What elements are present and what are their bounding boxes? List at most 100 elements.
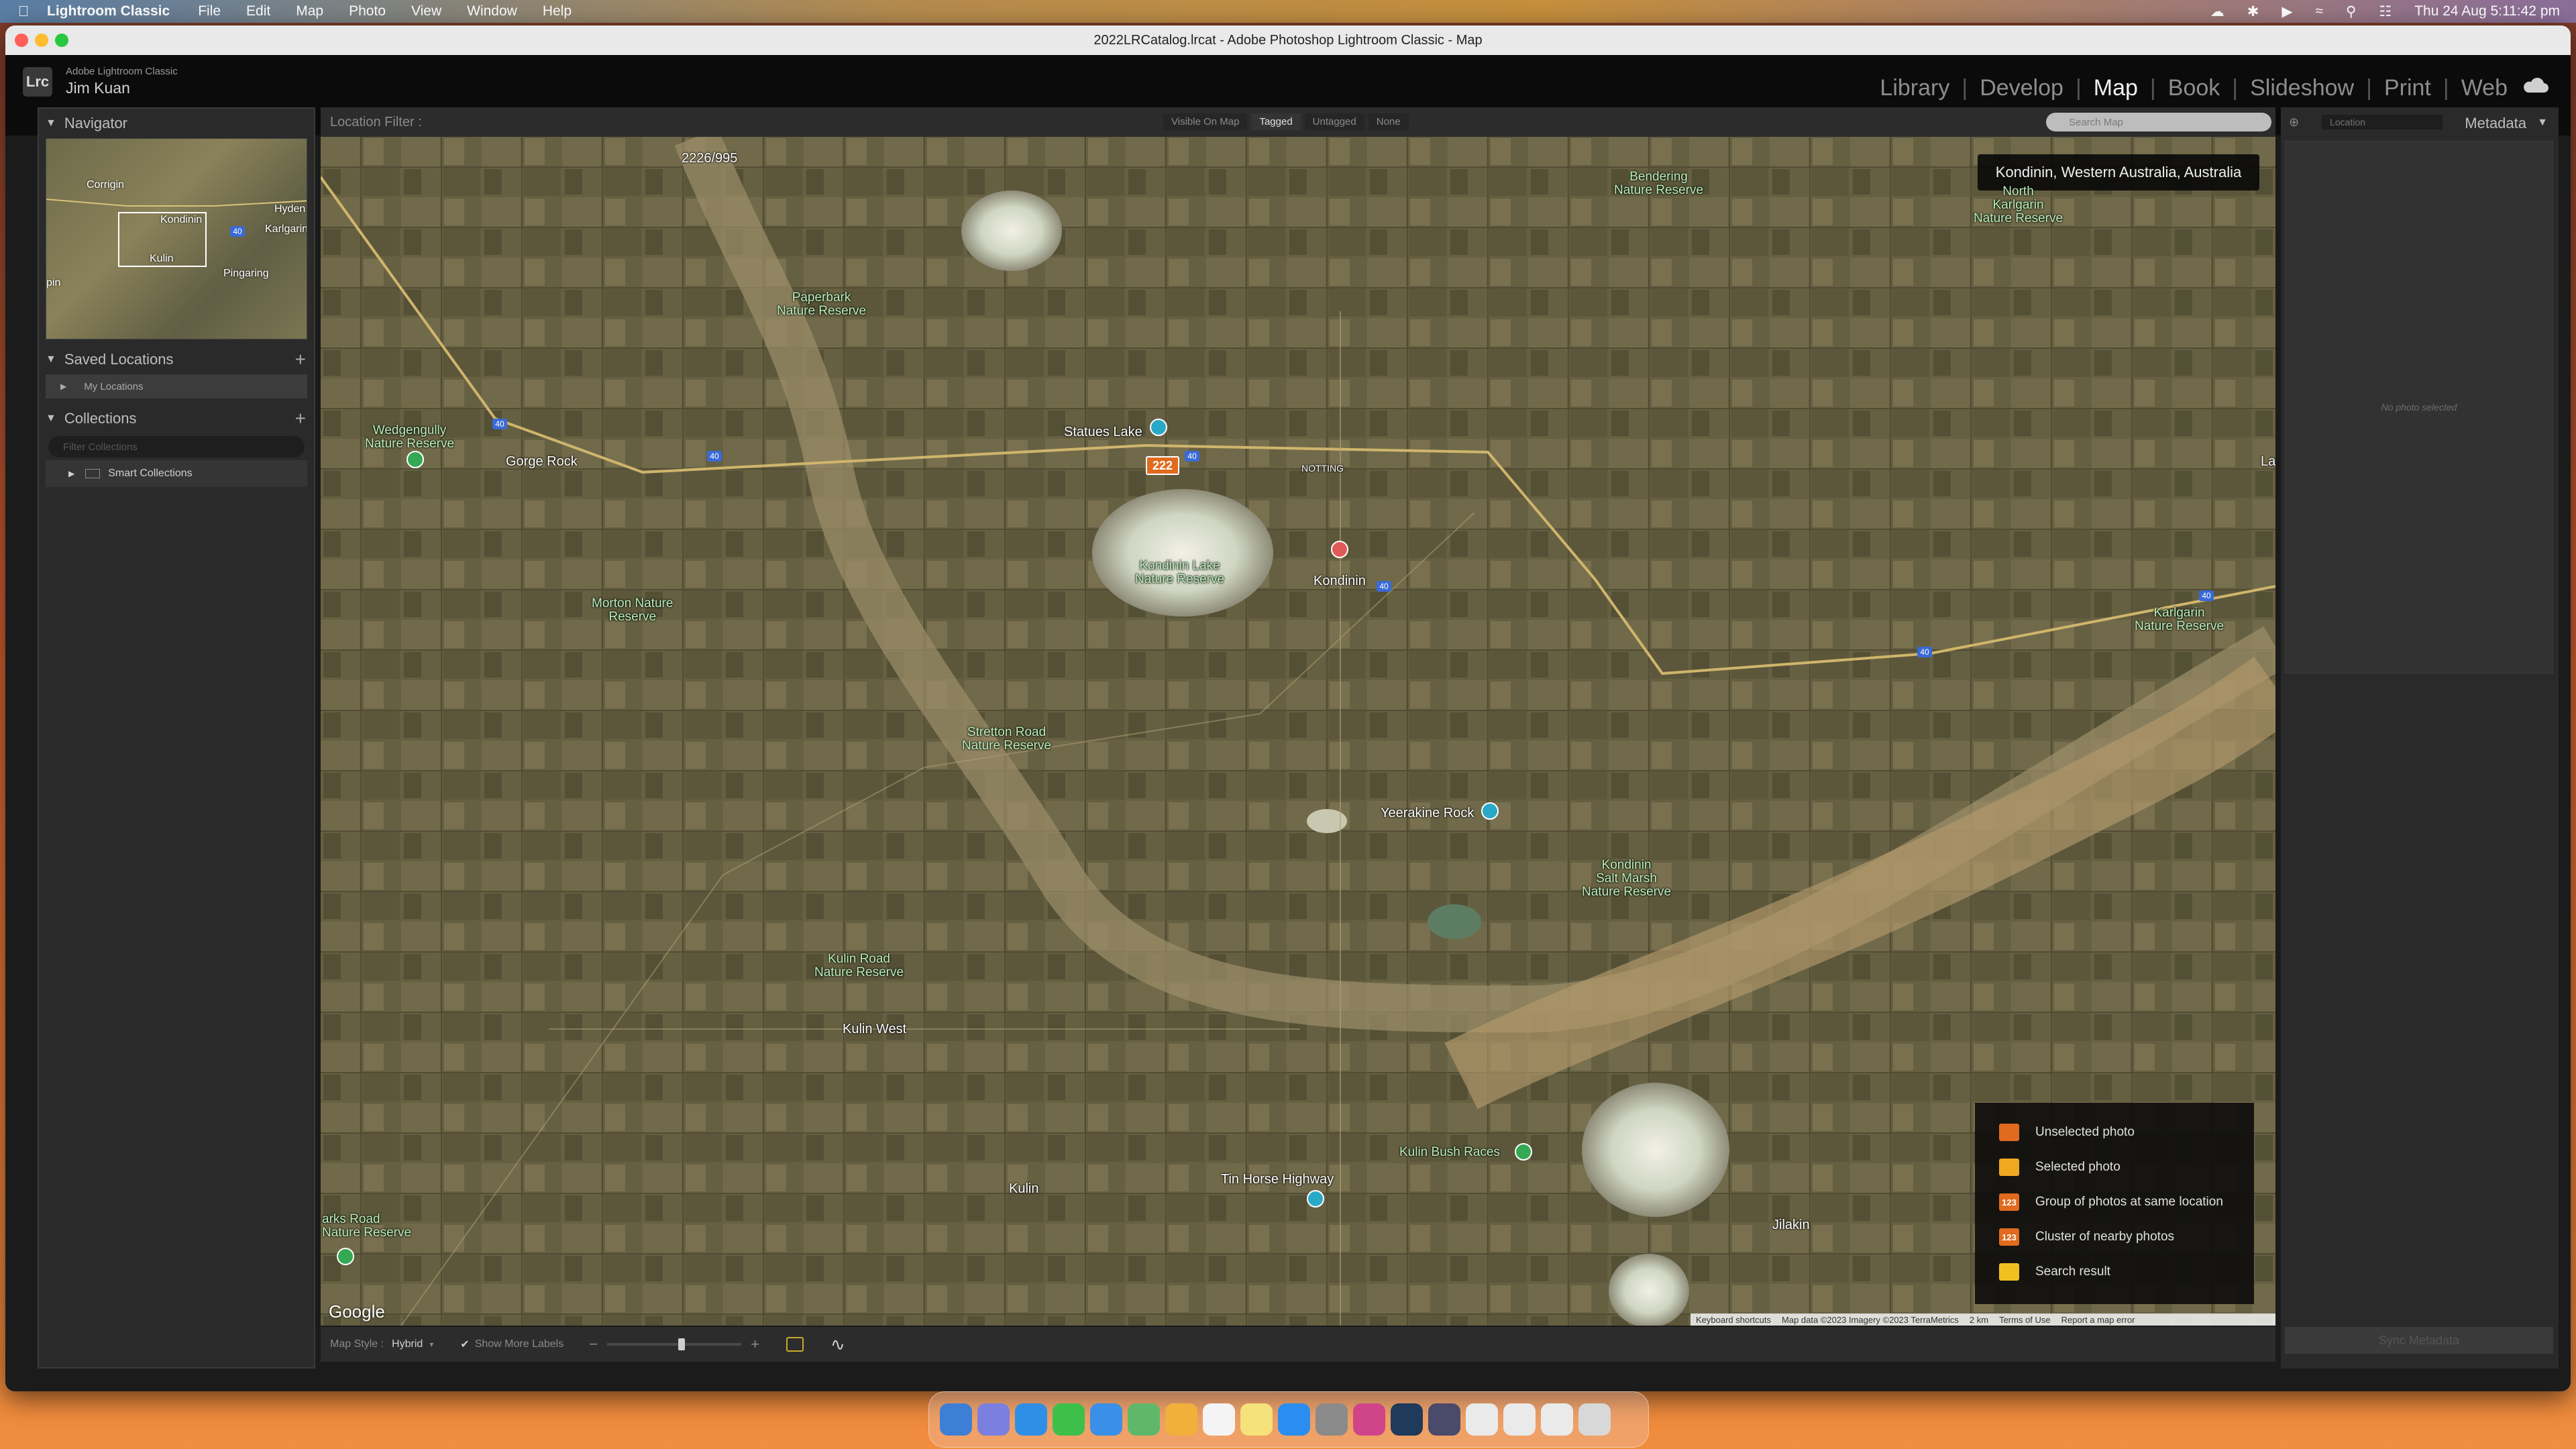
menu-help[interactable]: Help (543, 3, 572, 19)
play-icon[interactable]: ▶ (2282, 3, 2292, 20)
terms-link[interactable]: Terms of Use (1999, 1315, 2051, 1325)
trash-icon[interactable] (1578, 1403, 1611, 1436)
map-label-2226[interactable]: 2226/995 (682, 152, 737, 165)
my-locations-folder[interactable]: ▶ My Locations (46, 374, 307, 398)
map-label-gorge-rock[interactable]: Gorge Rock (506, 455, 578, 468)
maps-icon[interactable] (1128, 1403, 1160, 1436)
module-book[interactable]: Book (2168, 75, 2220, 101)
camera-poi-icon[interactable] (1307, 1190, 1324, 1208)
map-label-wedgengully[interactable]: Wedgengully Nature Reserve (365, 424, 454, 451)
filter-visible-on-map[interactable]: Visible On Map (1163, 113, 1248, 130)
module-develop[interactable]: Develop (1980, 75, 2063, 101)
park-poi-icon[interactable] (337, 1248, 354, 1265)
map-label-kulin-road[interactable]: Kulin Road Nature Reserve (814, 953, 904, 979)
add-location-icon[interactable]: + (295, 349, 306, 370)
hospital-poi-icon[interactable] (1331, 541, 1348, 558)
messages-icon[interactable] (1053, 1403, 1085, 1436)
map-label-notting[interactable]: NOTTING (1301, 462, 1344, 475)
lightroom-classic-icon[interactable] (1391, 1403, 1423, 1436)
clock-text[interactable]: Thu 24 Aug 5:11:42 pm (2414, 3, 2560, 19)
map-label-jilakin[interactable]: Jilakin (1772, 1218, 1810, 1232)
menu-edit[interactable]: Edit (246, 3, 270, 19)
zoom-button[interactable] (55, 34, 68, 47)
collapse-triangle-icon[interactable]: ▼ (2537, 117, 2548, 129)
map-label-kulin[interactable]: Kulin (1009, 1182, 1038, 1195)
filter-tagged[interactable]: Tagged (1251, 113, 1301, 130)
smart-collections-item[interactable]: ▶ Smart Collections (46, 460, 307, 487)
app-store-icon[interactable] (1278, 1403, 1310, 1436)
map-label-kondinin-lake[interactable]: Kondinin Lake Nature Reserve (1135, 559, 1224, 586)
lock-markers-icon[interactable] (786, 1337, 804, 1352)
map-label-kondinin-salt-marsh[interactable]: Kondinin Salt Marsh Nature Reserve (1582, 859, 1671, 899)
show-more-labels[interactable]: Show More Labels (475, 1338, 564, 1350)
module-map[interactable]: Map (2094, 75, 2138, 101)
cloud-sync-icon[interactable] (2522, 76, 2549, 95)
map-label-north-karlgarin[interactable]: North Karlgarin Nature Reserve (1974, 185, 2063, 225)
collections-header[interactable]: ▼ Collections + (39, 404, 314, 433)
map-label-kulin-west[interactable]: Kulin West (843, 1022, 906, 1036)
park-poi-icon[interactable] (1515, 1143, 1532, 1161)
map-label-parks-road[interactable]: arks Road Nature Reserve (322, 1213, 411, 1240)
report-error-link[interactable]: Report a map error (2061, 1315, 2135, 1325)
camera-poi-icon[interactable] (1150, 419, 1167, 436)
camera-poi-icon[interactable] (1481, 802, 1499, 820)
chevron-down-icon[interactable]: ▾ (429, 1340, 433, 1349)
location-dropdown[interactable]: Location (2322, 115, 2443, 129)
bluetooth-icon[interactable]: ✱ (2247, 3, 2259, 20)
scale-label[interactable]: 2 km (1970, 1315, 1988, 1325)
map-label-la[interactable]: La (2261, 455, 2275, 468)
filter-none[interactable]: None (1368, 113, 1409, 130)
creative-cloud-icon[interactable]: ☁ (2210, 3, 2224, 20)
module-print[interactable]: Print (2384, 75, 2431, 101)
zoom-thumb[interactable] (678, 1338, 686, 1350)
expand-icon[interactable]: ▶ (68, 469, 74, 478)
zoom-out-icon[interactable]: − (589, 1336, 598, 1353)
system-settings-icon[interactable] (1316, 1403, 1348, 1436)
map-label-paperbark[interactable]: Paperbark Nature Reserve (777, 291, 866, 318)
wifi-icon[interactable]: ≈ (2315, 3, 2323, 19)
keyboard-shortcuts-link[interactable]: Keyboard shortcuts (1696, 1315, 1771, 1325)
map-label-bendering[interactable]: Bendering Nature Reserve (1614, 170, 1703, 197)
photo-cluster-marker[interactable]: 222 (1146, 456, 1179, 475)
zoom-in-icon[interactable]: + (751, 1336, 759, 1353)
search-icon[interactable]: ⚲ (2346, 3, 2356, 20)
module-slideshow[interactable]: Slideshow (2250, 75, 2354, 101)
saved-locations-header[interactable]: ▼ Saved Locations + (39, 345, 314, 374)
zoom-slider[interactable] (607, 1338, 742, 1350)
sync-metadata-button[interactable]: Sync Metadata (2285, 1327, 2553, 1354)
eye-icon[interactable]: ⊕ (2289, 115, 2299, 129)
close-button[interactable] (15, 34, 28, 47)
map-label-yeerakine-rock[interactable]: Yeerakine Rock (1381, 806, 1474, 820)
filter-untagged[interactable]: Untagged (1304, 113, 1364, 130)
map-label-stretton-road[interactable]: Stretton Road Nature Reserve (962, 726, 1051, 753)
calendar-icon[interactable] (1203, 1403, 1235, 1436)
map-label-tin-horse-highway[interactable]: Tin Horse Highway (1221, 1173, 1334, 1186)
map-label-kulin-bush-races[interactable]: Kulin Bush Races (1399, 1146, 1500, 1159)
menu-file[interactable]: File (198, 3, 221, 19)
map-label-morton[interactable]: Morton Nature Reserve (592, 597, 673, 624)
map-label-statues-lake[interactable]: Statues Lake (1064, 425, 1142, 439)
folder-icon[interactable] (1541, 1403, 1573, 1436)
search-map-input[interactable]: Search Map (2046, 113, 2271, 131)
menu-map[interactable]: Map (296, 3, 323, 19)
tracklog-icon[interactable]: ∿ (830, 1334, 845, 1355)
navigator-map[interactable]: Corrigin Hyden Kondinin Karlgarin Kulin … (46, 138, 307, 339)
navigator-header[interactable]: ▼ Navigator (39, 109, 314, 138)
metadata-title[interactable]: Metadata (2465, 115, 2526, 132)
folder-icon[interactable] (1466, 1403, 1498, 1436)
map-style-select[interactable]: Hybrid (392, 1338, 423, 1350)
safari-icon[interactable] (1015, 1403, 1047, 1436)
mail-icon[interactable] (1090, 1403, 1122, 1436)
menu-photo[interactable]: Photo (349, 3, 386, 19)
notes-icon[interactable] (1240, 1403, 1273, 1436)
control-center-icon[interactable]: ☷ (2379, 3, 2392, 20)
launchpad-icon[interactable] (977, 1403, 1010, 1436)
map-label-kondinin[interactable]: Kondinin (1313, 574, 1366, 588)
screen-icon[interactable] (1428, 1403, 1460, 1436)
filter-collections-input[interactable]: Filter Collections (48, 436, 305, 458)
photos-icon[interactable] (1165, 1403, 1197, 1436)
folder-icon[interactable] (1503, 1403, 1536, 1436)
menu-app-name[interactable]: Lightroom Classic (47, 3, 170, 19)
creative-cloud-app-icon[interactable] (1353, 1403, 1385, 1436)
module-web[interactable]: Web (2461, 75, 2508, 101)
